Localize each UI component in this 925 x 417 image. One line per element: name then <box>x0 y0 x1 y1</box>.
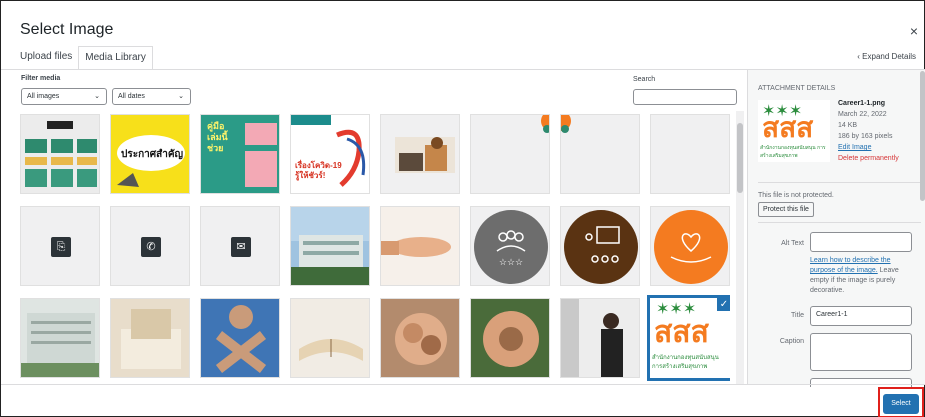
select-image-dialog: Select Image × Upload files Media Librar… <box>0 0 925 417</box>
media-item-phone[interactable]: ✆ <box>110 206 190 286</box>
media-item-print[interactable]: ⎘ <box>20 206 100 286</box>
checkmark-icon[interactable]: ✓ <box>716 298 730 312</box>
tab-upload-files[interactable]: Upload files <box>14 46 78 70</box>
media-item-documents[interactable] <box>110 298 190 378</box>
media-item-flowchart[interactable] <box>20 114 100 194</box>
team-icon: ☆☆☆ <box>474 210 548 284</box>
attachment-logo-text: สสส <box>762 112 814 143</box>
media-item-woman[interactable] <box>560 298 640 378</box>
svg-text:☆☆☆: ☆☆☆ <box>499 257 523 267</box>
covid-text: เรื่องโควิด-19 รู้ให้ชัวร์! <box>295 161 342 180</box>
presentation-icon <box>564 210 638 284</box>
media-type-value: All images <box>27 93 60 100</box>
expand-details-link[interactable]: ‹ Expand Details <box>857 52 916 61</box>
description-field[interactable] <box>810 378 912 387</box>
covid-image <box>291 115 366 187</box>
career-logo-text: สสส <box>654 316 709 349</box>
title-label: Title <box>791 312 804 319</box>
media-item-photo-work[interactable] <box>380 114 460 194</box>
details-divider <box>758 182 921 183</box>
media-item-blank-2[interactable] <box>560 114 640 194</box>
filter-media-label: Filter media <box>21 75 61 82</box>
attachment-details-heading: ATTACHMENT DETAILS <box>758 85 836 92</box>
care-icon <box>654 210 728 284</box>
media-item-handshake[interactable] <box>380 206 460 286</box>
footer-divider <box>1 384 925 385</box>
hands-2-image <box>483 311 539 367</box>
building-2-image <box>21 313 99 377</box>
media-item-career1-1-selected[interactable]: ✶✶✶ สสส สำนักงานกองทุนสนับสนุน การสร้างเ… <box>647 295 730 381</box>
caption-label: Caption <box>779 338 804 345</box>
media-item-building-2[interactable] <box>20 298 100 378</box>
media-item-manual[interactable]: คู่มือ เล่มนี้ ช่วย <box>200 114 280 194</box>
alt-text-label: Alt Text <box>781 240 804 247</box>
media-item-refuse[interactable] <box>200 298 280 378</box>
woman-image <box>561 299 623 377</box>
orange-corner-image <box>541 115 549 133</box>
media-item-covid[interactable]: เรื่องโควิด-19 รู้ให้ชัวร์! <box>290 114 370 194</box>
media-item-care-icon[interactable] <box>650 206 730 286</box>
media-item-blank-1[interactable] <box>470 114 550 194</box>
media-item-blank-3[interactable] <box>650 114 730 194</box>
handshake-image <box>381 237 451 257</box>
documents-image <box>121 309 181 369</box>
select-button[interactable]: Select <box>883 394 919 414</box>
protect-note: This file is not protected. <box>758 192 834 199</box>
dialog-title: Select Image <box>20 21 114 38</box>
attachment-size: 14 KB <box>838 122 858 129</box>
media-item-presentation-icon[interactable] <box>560 206 640 286</box>
media-type-select[interactable]: All images ⌄ <box>21 88 107 105</box>
media-item-team-icon[interactable]: ☆☆☆ <box>470 206 550 286</box>
date-select[interactable]: All dates ⌄ <box>112 88 191 105</box>
search-label: Search <box>633 76 656 83</box>
announcement-text: ประกาศสำคัญ <box>121 149 184 160</box>
hands-1-image <box>395 313 447 365</box>
attachment-dimensions: 186 by 163 pixels <box>838 133 893 140</box>
flowchart-image <box>25 121 97 187</box>
career-logo-subtext: สำนักงานกองทุนสนับสนุน การสร้างเสริมสุขภ… <box>652 355 719 370</box>
orange-corner-image <box>561 115 571 133</box>
chevron-down-icon: ⌄ <box>94 93 100 100</box>
chevron-down-icon: ⌄ <box>178 93 184 100</box>
details-divider <box>758 222 921 223</box>
photo-work-image <box>395 137 455 173</box>
grid-scrollbar-thumb[interactable] <box>737 123 743 193</box>
media-item-book[interactable] <box>290 298 370 378</box>
caption-field[interactable] <box>810 333 912 371</box>
refuse-image <box>201 299 279 377</box>
media-item-email[interactable]: ✉ <box>200 206 280 286</box>
tab-bar: Upload files Media Library <box>14 46 153 70</box>
alt-text-help: Learn how to describe the purpose of the… <box>810 256 915 296</box>
attachment-date: March 22, 2022 <box>838 111 887 118</box>
book-image <box>299 339 363 361</box>
tab-media-library[interactable]: Media Library <box>78 46 153 70</box>
date-value: All dates <box>118 93 145 100</box>
media-item-announcement[interactable]: ประกาศสำคัญ <box>110 114 190 194</box>
protect-file-button[interactable]: Protect this file <box>758 202 814 217</box>
attachment-filename: Career1-1.png <box>838 100 886 107</box>
media-item-hands-1[interactable] <box>380 298 460 378</box>
media-item-building[interactable] <box>290 206 370 286</box>
alt-text-field[interactable] <box>810 232 912 252</box>
print-icon: ⎘ <box>51 237 71 257</box>
attachment-thumbnail: ✶✶✶ สสส สำนักงานกองทุนสนับสนุน การสร้างเ… <box>758 100 830 162</box>
email-icon: ✉ <box>231 237 251 257</box>
phone-icon: ✆ <box>141 237 161 257</box>
building-image <box>291 207 369 285</box>
manual-text: คู่มือ เล่มนี้ ช่วย <box>207 121 228 153</box>
delete-permanently-link[interactable]: Delete permanently <box>838 155 899 162</box>
media-item-hands-2[interactable] <box>470 298 550 378</box>
attachment-details-panel: ATTACHMENT DETAILS ✶✶✶ สสส สำนักงานกองทุ… <box>747 70 925 387</box>
media-grid: ประกาศสำคัญ คู่มือ เล่มนี้ ช่วย เรื่องโค… <box>20 114 730 384</box>
search-input[interactable] <box>633 89 737 105</box>
close-icon[interactable]: × <box>910 23 918 39</box>
title-field[interactable]: Career1-1 <box>810 306 912 326</box>
details-scrollbar[interactable] <box>920 71 925 201</box>
attachment-logo-subtext: สำนักงานกองทุนสนับสนุน การสร้างเสริมสุขภ… <box>760 145 826 159</box>
edit-image-link[interactable]: Edit Image <box>838 144 871 151</box>
